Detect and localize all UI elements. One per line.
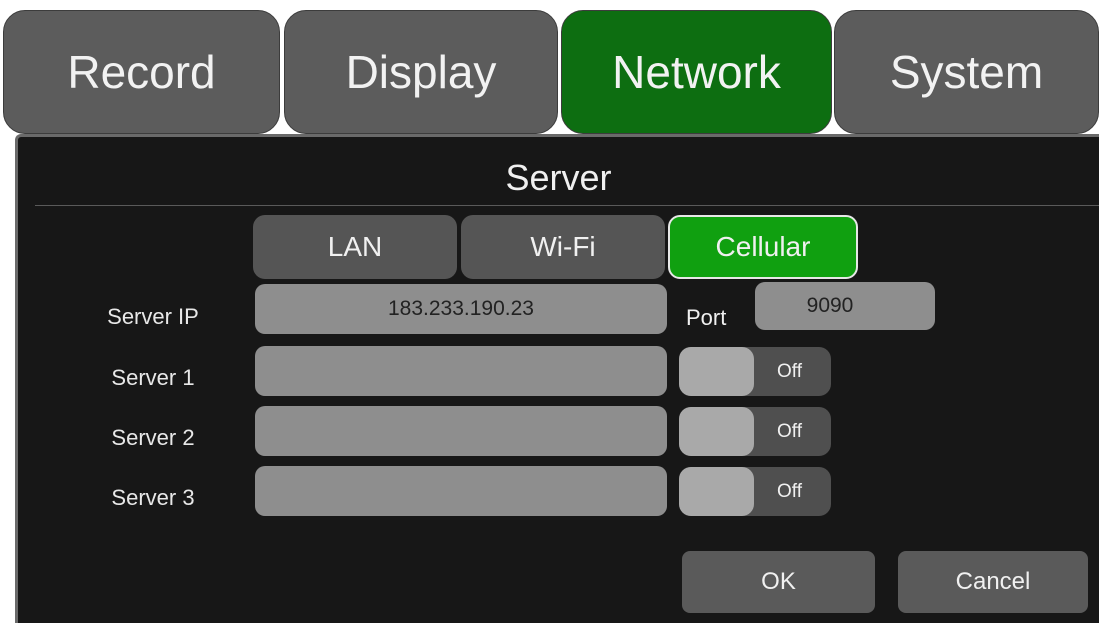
panel-title: Server: [505, 157, 612, 198]
toggle-state: Off: [777, 421, 802, 442]
toggle-knob: [679, 467, 754, 516]
ok-button[interactable]: OK: [682, 551, 875, 613]
toggle-knob: [679, 407, 754, 456]
server-1-label: Server 1: [111, 365, 195, 390]
tab-display[interactable]: Display: [284, 10, 558, 134]
title-divider: [35, 205, 1099, 206]
server-3-label: Server 3: [111, 485, 195, 510]
server-2-toggle[interactable]: Off: [679, 407, 831, 456]
server-settings-panel: Server LAN Wi-Fi Cellular Server IP 183.…: [15, 134, 1099, 623]
toggle-state: Off: [777, 361, 802, 382]
server-ip-label: Server IP: [107, 304, 199, 329]
server-2-input[interactable]: [255, 406, 667, 456]
port-input[interactable]: 9090: [755, 282, 935, 330]
port-label: Port: [686, 305, 727, 330]
server-ip-input[interactable]: 183.233.190.23: [255, 284, 667, 334]
server-1-toggle[interactable]: Off: [679, 347, 831, 396]
server-1-input[interactable]: [255, 346, 667, 396]
tab-network[interactable]: Network: [561, 10, 832, 134]
mode-button-cellular[interactable]: Cellular: [668, 215, 858, 279]
mode-button-wifi[interactable]: Wi-Fi: [461, 215, 665, 279]
server-2-label: Server 2: [111, 425, 195, 450]
tab-record[interactable]: Record: [3, 10, 280, 134]
server-3-input[interactable]: [255, 466, 667, 516]
toggle-state: Off: [777, 481, 802, 502]
server-3-toggle[interactable]: Off: [679, 467, 831, 516]
toggle-knob: [679, 347, 754, 396]
cancel-button[interactable]: Cancel: [898, 551, 1088, 613]
mode-button-lan[interactable]: LAN: [253, 215, 457, 279]
tab-system[interactable]: System: [834, 10, 1099, 134]
